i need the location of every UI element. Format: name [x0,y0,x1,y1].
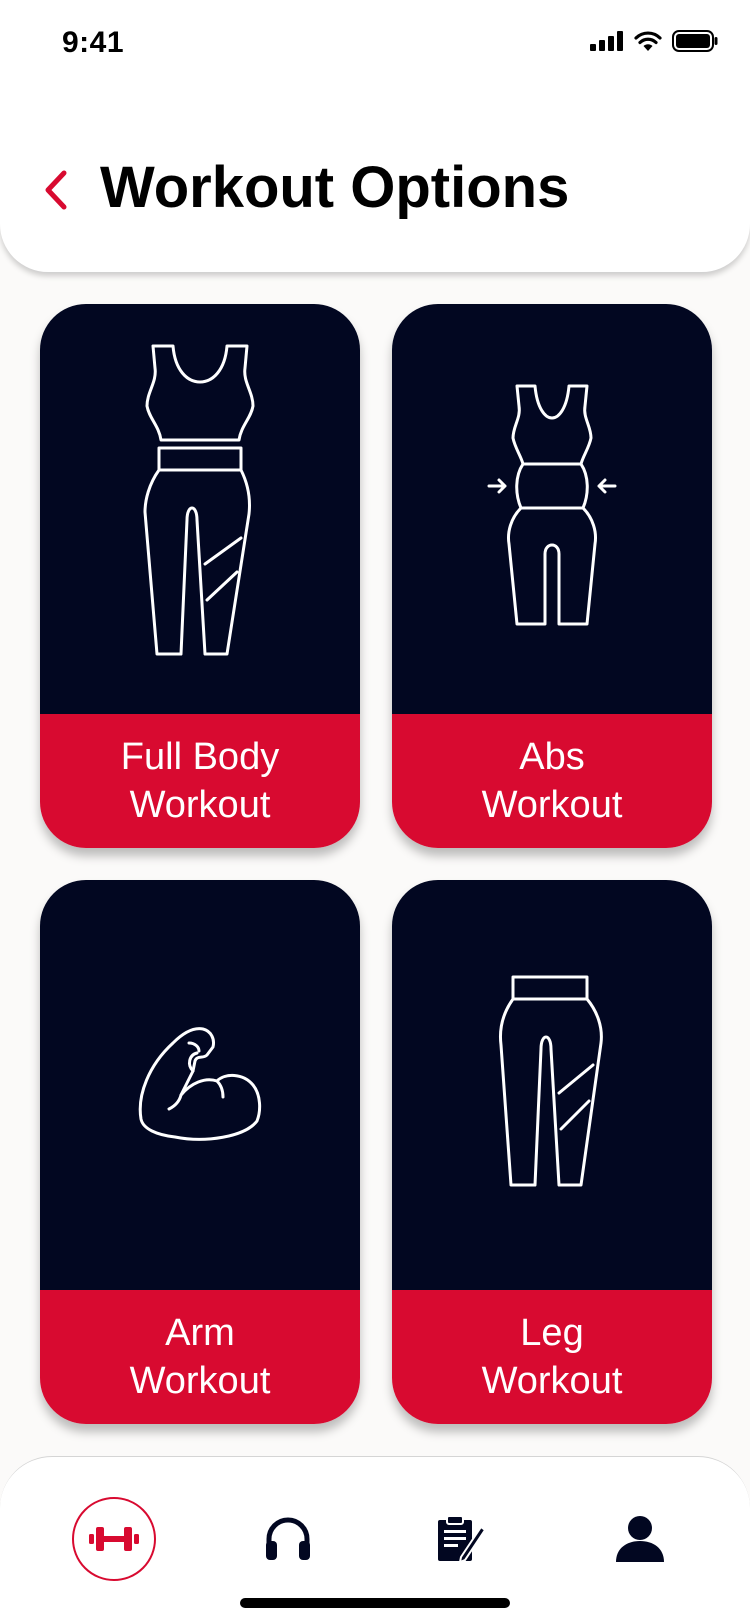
abs-workout-card[interactable]: Abs Workout [392,304,712,848]
card-label-line2: Workout [129,784,271,826]
nav-workouts[interactable] [72,1497,156,1581]
arm-workout-card[interactable]: Arm Workout [40,880,360,1424]
full-body-workout-card[interactable]: Full Body Workout [40,304,360,848]
card-label: Full Body Workout [40,714,360,848]
card-label: Arm Workout [40,1290,360,1424]
card-label-line1: Leg [520,1312,584,1354]
card-label-line2: Workout [481,784,623,826]
clipboard-icon [438,1515,485,1563]
chevron-left-icon [45,170,67,210]
card-illustration [40,880,360,1290]
back-button[interactable] [30,160,80,220]
card-label: Abs Workout [392,714,712,848]
page-title: Workout Options [100,155,570,220]
home-indicator[interactable] [240,1598,510,1608]
leggings-icon [499,975,603,1187]
full-body-outfit-icon [143,344,255,656]
card-label-line1: Abs [519,736,585,778]
card-label-line2: Workout [129,1360,271,1402]
card-illustration [392,880,712,1290]
abs-waist-icon [487,384,617,626]
headphones-icon [266,1517,310,1560]
leg-workout-card[interactable]: Leg Workout [392,880,712,1424]
battery-icon [672,30,718,52]
header: 9:41 Workout Options [0,0,750,272]
card-label-line1: Arm [165,1312,235,1354]
nav-audio[interactable] [246,1497,330,1581]
card-label: Leg Workout [392,1290,712,1424]
profile-icon [616,1516,664,1562]
status-icons [590,30,718,52]
signal-icon [590,31,623,51]
wifi-icon [634,31,662,51]
card-illustration [392,304,712,714]
card-label-line2: Workout [481,1360,623,1402]
dumbbell-icon [89,1527,139,1551]
status-time: 9:41 [62,26,125,59]
flexed-bicep-icon [138,1027,262,1141]
nav-profile[interactable] [598,1497,682,1581]
nav-plans[interactable] [418,1497,502,1581]
card-label-line1: Full Body [120,736,280,778]
card-illustration [40,304,360,714]
